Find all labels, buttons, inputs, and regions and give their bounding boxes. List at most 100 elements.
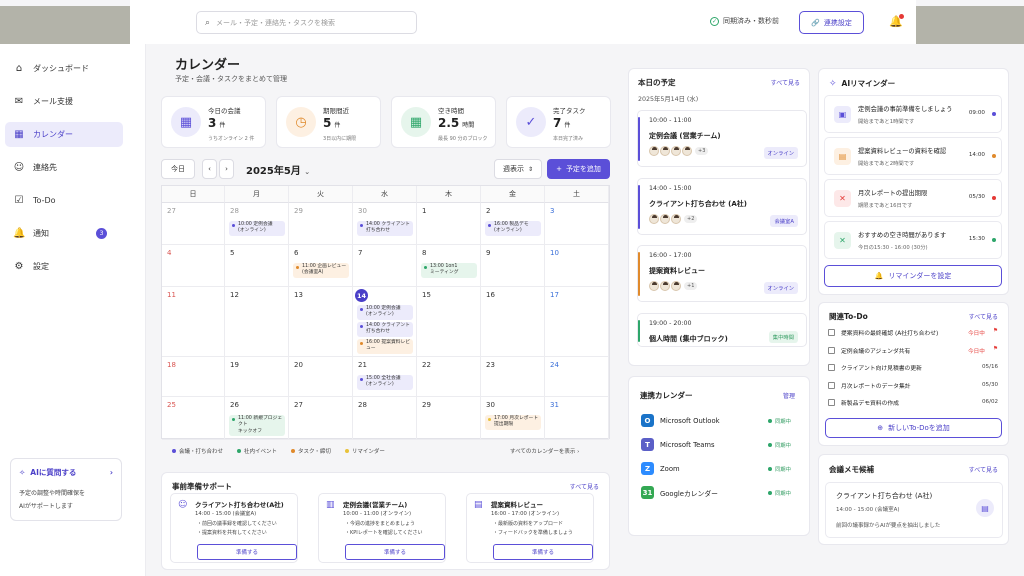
- next-month-button[interactable]: ›: [219, 159, 234, 179]
- schedule-item[interactable]: 19:00 - 20:00 個人時間 (集中ブロック) 集中時間: [637, 312, 807, 347]
- connected-calendar-item[interactable]: O Microsoft Outlook: [641, 414, 720, 427]
- month-selector[interactable]: 2025年5月 ⌄: [246, 162, 310, 177]
- todo-item[interactable]: 新製品デモ資料の作成: [828, 398, 899, 407]
- todo-checkbox[interactable]: [828, 329, 835, 336]
- connected-calendar-item[interactable]: Z Zoom: [641, 462, 680, 475]
- calendar-event[interactable]: 14:00 クライアント 打ち合わせ: [357, 322, 413, 337]
- prep-card-time: 16:00 - 17:00 (オンライン): [491, 511, 560, 517]
- calendar-event[interactable]: 10:00 定例会議 (オンライン): [357, 305, 413, 320]
- schedule-tag: 集中時間: [768, 330, 798, 343]
- calendar-day-cell[interactable]: 23: [481, 357, 545, 397]
- calendar-day-cell[interactable]: 16: [481, 287, 545, 357]
- day-number: 22: [422, 361, 431, 369]
- calendar-day-cell[interactable]: 9: [481, 245, 545, 287]
- sidebar-item-1[interactable]: ✉ メール支援: [5, 89, 123, 114]
- calendar-day-cell[interactable]: 19: [225, 357, 289, 397]
- memo-see-all-link[interactable]: すべて見る: [969, 465, 998, 474]
- calendar-day-cell[interactable]: 15: [417, 287, 481, 357]
- legend-item: 会議・打ち合わせ: [172, 447, 223, 455]
- calendar-day-cell[interactable]: 5: [225, 245, 289, 287]
- calendar-day-cell[interactable]: 20: [289, 357, 353, 397]
- sidebar-item-5[interactable]: 🔔 通知 3: [5, 221, 123, 246]
- calendar-day-cell[interactable]: 24: [545, 357, 609, 397]
- calendar-day-cell[interactable]: 17: [545, 287, 609, 357]
- prepare-button[interactable]: 準備する: [197, 544, 297, 560]
- todo-checkbox[interactable]: [828, 399, 835, 406]
- todo-see-all-link[interactable]: すべて見る: [969, 312, 998, 321]
- calendar-event[interactable]: 16:00 提案資料レビュー: [357, 339, 413, 354]
- calendar-day-cell[interactable]: 12: [225, 287, 289, 357]
- todo-item[interactable]: 提案資料の最終確認 (A社打ち合わせ): [828, 328, 938, 337]
- search-box[interactable]: ⌕ メール・予定・連絡先・タスクを検索: [196, 11, 417, 34]
- prev-month-button[interactable]: ‹: [202, 159, 217, 179]
- calendar-day-cell[interactable]: 11: [162, 287, 225, 357]
- add-event-button[interactable]: + 予定を追加: [547, 159, 610, 179]
- add-todo-button[interactable]: ⊕ 新しいTo-Doを追加: [825, 418, 1002, 438]
- connected-calendar-item[interactable]: T Microsoft Teams: [641, 438, 715, 451]
- show-all-calendars-link[interactable]: すべてのカレンダーを表示 ›: [510, 447, 579, 455]
- todo-checkbox[interactable]: [828, 364, 835, 371]
- calendar-day-cell[interactable]: 4: [162, 245, 225, 287]
- todo-item[interactable]: 定例会議のアジェンダ共有: [828, 346, 910, 355]
- calendar-icon: ▦: [401, 107, 431, 137]
- calendar-event[interactable]: 17:00 月次レポート 提出期限: [485, 415, 541, 430]
- calendar-event[interactable]: 16:00 製品デモ (オンライン): [485, 221, 541, 236]
- calendar-day-cell[interactable]: 27: [289, 397, 353, 440]
- calendar-event[interactable]: 13:00 1on1 ミーティング: [421, 263, 477, 278]
- calendar-day-cell[interactable]: 3: [545, 203, 609, 245]
- calendar-day-cell[interactable]: 29: [417, 397, 481, 440]
- calendar-event[interactable]: 15:00 全社会議 (オンライン): [357, 375, 413, 390]
- todo-checkbox[interactable]: [828, 381, 835, 389]
- sidebar-item-6[interactable]: ⚙ 設定: [5, 254, 123, 279]
- sidebar-item-3[interactable]: ☺ 連絡先: [5, 155, 123, 180]
- calendar-day-cell[interactable]: 27: [162, 203, 225, 245]
- reminder-item[interactable]: ▤ 提案資料レビューの資料を確認 開始まであと2時間です 14:00: [824, 137, 1002, 175]
- sidebar-item-2[interactable]: ▦ カレンダー: [5, 122, 123, 147]
- connected-calendar-item[interactable]: 31 Googleカレンダー: [641, 486, 718, 499]
- view-select[interactable]: 週表示 ⇕: [494, 159, 542, 179]
- calendar-event[interactable]: 11:00 新規プロジェクト キックオフ: [229, 415, 285, 437]
- memo-item[interactable]: クライアント打ち合わせ (A社) 14:00 - 15:00 (会議室A) 前回…: [825, 482, 1003, 538]
- today-button[interactable]: 今日: [161, 159, 195, 179]
- schedule-name: 提案資料レビュー: [649, 267, 705, 275]
- calendar-day-cell[interactable]: 7: [353, 245, 417, 287]
- day-number: 31: [550, 401, 559, 409]
- search-input[interactable]: メール・予定・連絡先・タスクを検索: [216, 18, 335, 28]
- calendar-event[interactable]: 11:00 企画レビュー (会議室A): [293, 263, 349, 278]
- sidebar-item-4[interactable]: ☑ To-Do: [5, 188, 123, 213]
- todo-item[interactable]: クライアント向け見積書の更新: [828, 363, 922, 372]
- sidebar-item-0[interactable]: ⌂ ダッシュボード: [5, 56, 123, 81]
- calendar-day-cell[interactable]: 28: [353, 397, 417, 440]
- calendar-event[interactable]: 14:00 クライアント 打ち合わせ: [357, 221, 413, 236]
- link-settings-button[interactable]: 🔗 連携設定: [799, 11, 864, 34]
- today-see-all-link[interactable]: すべて見る: [771, 78, 800, 87]
- schedule-item[interactable]: 14:00 - 15:00 クライアント打ち合わせ (A社) +2 会議室A: [637, 177, 807, 235]
- schedule-item[interactable]: 16:00 - 17:00 提案資料レビュー +1 オンライン: [637, 245, 807, 302]
- calendar-event[interactable]: 10:00 定例会議 (オンライン): [229, 221, 285, 236]
- calendar-day-cell[interactable]: 13: [289, 287, 353, 357]
- prep-see-all-link[interactable]: すべて見る: [570, 482, 599, 491]
- prep-card-bullet: ・前回の議事録を確認してください: [197, 521, 277, 527]
- todo-checkbox[interactable]: [828, 346, 835, 354]
- reminder-item[interactable]: ▣ 定例会議の事前準備をしましょう 開始まであと1時間です 09:00: [824, 95, 1002, 133]
- todo-item[interactable]: 月次レポートのデータ集計: [828, 381, 911, 390]
- reminder-item[interactable]: ✕ おすすめの空き時間があります 今日の15:30 - 16:00 (30分) 15:…: [824, 221, 1002, 259]
- prepare-button[interactable]: 準備する: [493, 544, 593, 560]
- stat-number: 5: [323, 116, 332, 130]
- calendar-day-cell[interactable]: 25: [162, 397, 225, 440]
- schedule-item[interactable]: 10:00 - 11:00 定例会議 (営業チーム) +3 オンライン: [637, 110, 807, 167]
- reminder-item[interactable]: ✕ 月次レポートの提出期限 期限まであと16日です 05/30: [824, 179, 1002, 217]
- notification-bell-button[interactable]: 🔔: [889, 14, 904, 29]
- calendar-day-cell[interactable]: 31: [545, 397, 609, 440]
- ai-ask-box[interactable]: ✧ AIに質問する › 予定の調整や時間確保を AIがサポートします: [10, 458, 122, 521]
- set-reminder-button[interactable]: 🔔 リマインダーを設定: [824, 265, 1002, 287]
- mail-icon: ✉: [14, 96, 24, 107]
- calendar-day-cell[interactable]: 18: [162, 357, 225, 397]
- calendar-day-cell[interactable]: 1: [417, 203, 481, 245]
- calendar-day-cell[interactable]: 29: [289, 203, 353, 245]
- calendar-day-cell[interactable]: 10: [545, 245, 609, 287]
- prepare-button[interactable]: 準備する: [345, 544, 445, 560]
- calendar-day-cell[interactable]: 22: [417, 357, 481, 397]
- check-circle-icon: ✓: [516, 107, 546, 137]
- connected-manage-link[interactable]: 管理: [783, 391, 795, 400]
